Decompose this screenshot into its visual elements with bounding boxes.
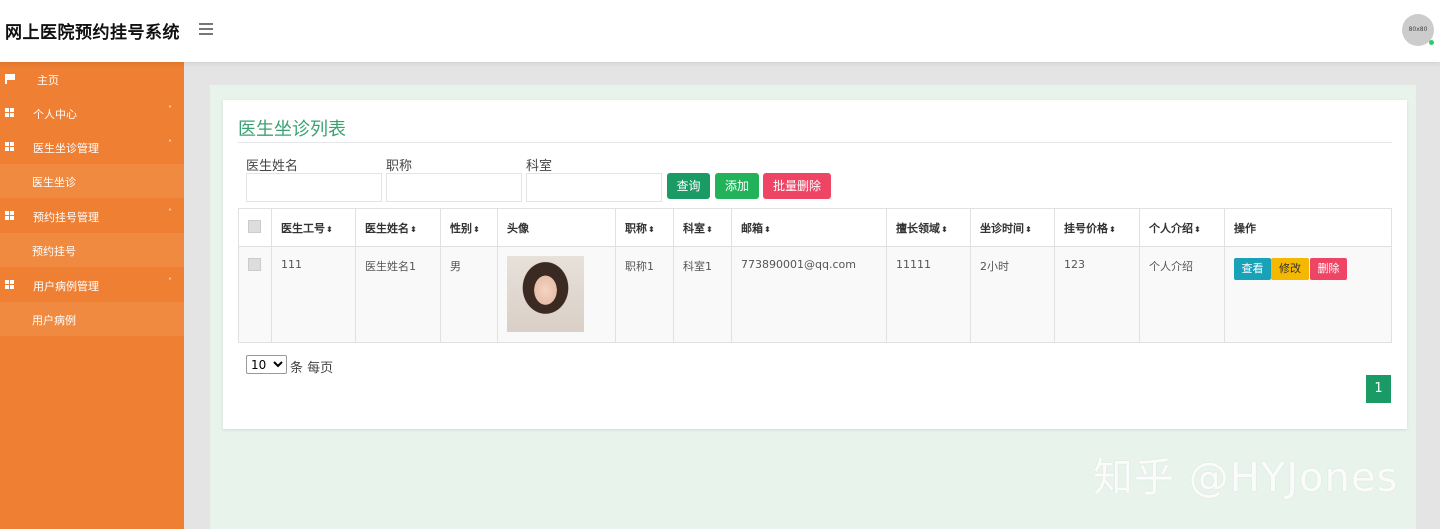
- title-divider: [238, 142, 1392, 143]
- column-header: 操作: [1224, 208, 1392, 247]
- page-title: 医生坐诊列表: [238, 119, 346, 140]
- table-header-row: 医生工号⬍ 医生姓名⬍ 性别⬍ 头像 职称⬍ 科室⬍ 邮箱⬍ 擅长领域⬍ 坐诊时…: [238, 208, 1392, 247]
- sidebar-subitem-appointment[interactable]: 预约挂号: [0, 233, 184, 267]
- title-input[interactable]: [386, 173, 522, 202]
- chevron-down-icon: ˅: [168, 105, 172, 114]
- doctor-list-panel: 医生坐诊列表 医生姓名 职称 科室 查询 添加 批量删除 医生工号⬍ 医生姓名⬍…: [223, 100, 1407, 429]
- delete-button[interactable]: 删除: [1310, 258, 1347, 280]
- sidebar: 主页 个人中心 ˅ 医生坐诊管理 ˄ 医生坐诊 预约挂号管理 ˄ 预约挂号 用户…: [0, 62, 184, 529]
- sidebar-subitem-user-case[interactable]: 用户病例: [0, 302, 184, 336]
- doctor-name-input[interactable]: [246, 173, 382, 202]
- edit-button[interactable]: 修改: [1271, 258, 1309, 280]
- sidebar-item-home[interactable]: 主页: [0, 62, 184, 96]
- select-all-header[interactable]: [238, 208, 272, 247]
- watermark: 知乎 @HYJones: [1093, 455, 1399, 501]
- row-checkbox[interactable]: [248, 258, 261, 271]
- page-size-select[interactable]: 10: [246, 355, 287, 374]
- column-header[interactable]: 个人介绍⬍: [1139, 208, 1225, 247]
- add-button[interactable]: 添加: [715, 173, 759, 199]
- cell-actions: 查看 修改 删除: [1224, 246, 1392, 343]
- sidebar-subitem-doctor-schedule[interactable]: 医生坐诊: [0, 164, 184, 198]
- online-status-dot: [1429, 40, 1434, 45]
- filter-label-title: 职称: [386, 159, 413, 174]
- grid-icon: [5, 280, 15, 289]
- cell-gender: 男: [440, 246, 498, 343]
- sort-icon[interactable]: ⬍: [648, 225, 655, 234]
- column-header: 头像: [497, 208, 616, 247]
- doctor-photo: [507, 256, 584, 332]
- sort-icon[interactable]: ⬍: [326, 225, 333, 234]
- sidebar-item-label: 主页: [37, 74, 59, 87]
- column-header[interactable]: 坐诊时间⬍: [970, 208, 1055, 247]
- query-button[interactable]: 查询: [667, 173, 710, 199]
- sidebar-item-doctor-management[interactable]: 医生坐诊管理 ˄: [0, 130, 184, 164]
- row-select-cell[interactable]: [238, 246, 272, 343]
- column-header[interactable]: 科室⬍: [673, 208, 732, 247]
- column-header[interactable]: 性别⬍: [440, 208, 498, 247]
- sidebar-item-personal-center[interactable]: 个人中心 ˅: [0, 96, 184, 130]
- sort-icon[interactable]: ⬍: [764, 225, 771, 234]
- sort-icon[interactable]: ⬍: [1109, 225, 1116, 234]
- column-header[interactable]: 医生工号⬍: [271, 208, 356, 247]
- column-header[interactable]: 挂号价格⬍: [1054, 208, 1140, 247]
- sidebar-item-label: 预约挂号管理: [33, 211, 99, 224]
- sort-icon[interactable]: ⬍: [706, 225, 713, 234]
- sort-icon[interactable]: ⬍: [1194, 225, 1201, 234]
- sort-icon[interactable]: ⬍: [473, 225, 480, 234]
- flag-icon: [5, 74, 15, 84]
- select-all-checkbox[interactable]: [248, 219, 261, 233]
- sidebar-item-label: 用户病例管理: [33, 280, 99, 293]
- column-header[interactable]: 医生姓名⬍: [355, 208, 441, 247]
- column-header[interactable]: 擅长领域⬍: [886, 208, 971, 247]
- column-header[interactable]: 职称⬍: [615, 208, 674, 247]
- sidebar-item-label: 医生坐诊: [32, 176, 76, 189]
- cell-title: 职称1: [615, 246, 674, 343]
- chevron-up-icon: ˄: [168, 277, 172, 286]
- app-title: 网上医院预约挂号系统: [5, 23, 180, 43]
- table-row: 111 医生姓名1 男 职称1 科室1 773890001@qq.com 111…: [238, 246, 1392, 343]
- chevron-up-icon: ˄: [168, 208, 172, 217]
- cell-specialty: 11111: [886, 246, 971, 343]
- sidebar-item-label: 预约挂号: [32, 245, 76, 258]
- filter-label-doctor-name: 医生姓名: [246, 159, 299, 174]
- sidebar-item-label: 个人中心: [33, 108, 77, 121]
- column-header[interactable]: 邮箱⬍: [731, 208, 887, 247]
- sidebar-item-label: 医生坐诊管理: [33, 142, 99, 155]
- sort-icon[interactable]: ⬍: [941, 225, 948, 234]
- department-input[interactable]: [526, 173, 662, 202]
- cell-schedule-time: 2小时: [970, 246, 1055, 343]
- sort-icon[interactable]: ⬍: [410, 225, 417, 234]
- top-header: 网上医院预约挂号系统 80x80: [0, 0, 1440, 62]
- grid-icon: [5, 108, 15, 117]
- menu-toggle-icon[interactable]: [199, 23, 213, 35]
- view-button[interactable]: 查看: [1234, 258, 1271, 280]
- cell-avatar: [497, 246, 616, 343]
- doctor-table: 医生工号⬍ 医生姓名⬍ 性别⬍ 头像 职称⬍ 科室⬍ 邮箱⬍ 擅长领域⬍ 坐诊时…: [238, 208, 1392, 343]
- cell-introduction: 个人介绍: [1139, 246, 1225, 343]
- page-size-label: 条 每页: [290, 361, 334, 376]
- filter-label-department: 科室: [526, 159, 553, 174]
- cell-price: 123: [1054, 246, 1140, 343]
- cell-department: 科室1: [673, 246, 732, 343]
- sidebar-item-appointment-management[interactable]: 预约挂号管理 ˄: [0, 199, 184, 233]
- sidebar-item-case-management[interactable]: 用户病例管理 ˄: [0, 268, 184, 302]
- grid-icon: [5, 142, 15, 151]
- batch-delete-button[interactable]: 批量删除: [763, 173, 831, 199]
- page-button-1[interactable]: 1: [1366, 375, 1391, 403]
- chevron-up-icon: ˄: [168, 139, 172, 148]
- grid-icon: [5, 211, 15, 220]
- cell-doctor-id: 111: [271, 246, 356, 343]
- sort-icon[interactable]: ⬍: [1025, 225, 1032, 234]
- cell-email: 773890001@qq.com: [731, 246, 887, 343]
- cell-doctor-name: 医生姓名1: [355, 246, 441, 343]
- sidebar-item-label: 用户病例: [32, 314, 76, 327]
